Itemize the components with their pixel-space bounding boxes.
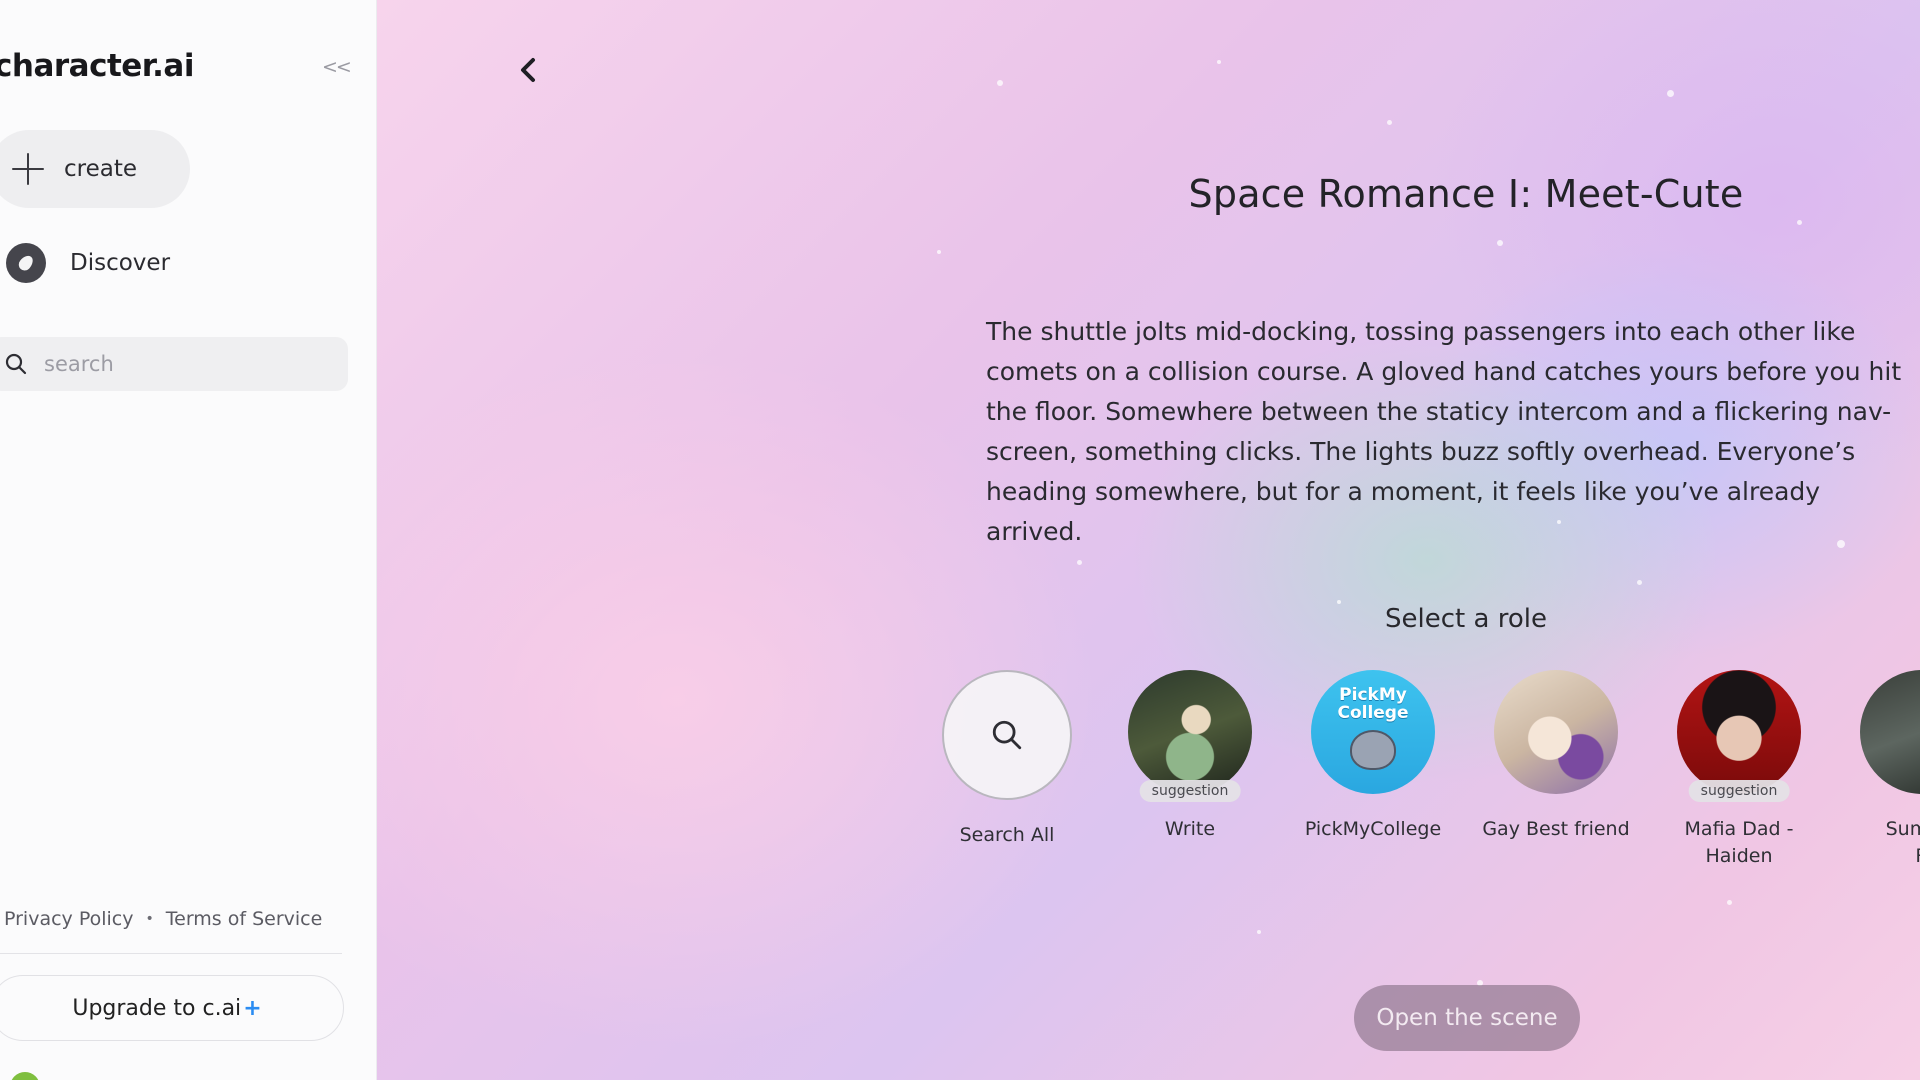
scene-panel: Space Romance I: Meet-Cute The shuttle j… — [377, 0, 1920, 1080]
open-scene-button[interactable]: Open the scene — [1354, 985, 1580, 1051]
role-name: Write — [1164, 818, 1216, 840]
role-name: Gay Best friend — [1482, 818, 1630, 840]
role-name: Mafia Dad - Haiden — [1684, 818, 1794, 867]
role-summer[interactable]: Summe R — [1832, 670, 1920, 870]
scene-title: Space Romance I: Meet-Cute — [1188, 172, 1744, 216]
role-gay-best-friend[interactable]: Gay Best friend — [1466, 670, 1646, 843]
sidebar-search[interactable] — [0, 337, 348, 391]
suggestion-badge: suggestion — [1688, 780, 1790, 802]
role-avatar — [1494, 670, 1618, 794]
search-input[interactable] — [42, 351, 326, 377]
terms-of-service-link[interactable]: Terms of Service — [166, 908, 323, 930]
role-write[interactable]: suggestion Write — [1100, 670, 1280, 843]
upgrade-button[interactable]: Upgrade to c.ai + — [0, 975, 344, 1041]
upgrade-label: Upgrade to c.ai — [72, 995, 242, 1021]
role-avatar — [1677, 670, 1801, 794]
role-pickmycollege[interactable]: PickMy College PickMyCollege — [1283, 670, 1463, 843]
privacy-policy-link[interactable]: Privacy Policy — [4, 908, 133, 930]
pickmycollege-logo-text: PickMy College — [1337, 685, 1409, 723]
create-button[interactable]: create — [0, 130, 190, 208]
back-chevron-icon[interactable] — [513, 52, 543, 88]
mouse-icon — [1350, 730, 1396, 770]
create-label: create — [64, 156, 138, 182]
search-icon — [992, 720, 1022, 750]
role-mafia-dad[interactable]: suggestion Mafia Dad - Haiden — [1649, 670, 1829, 870]
separator-dot: • — [145, 911, 154, 927]
suggestion-badge: suggestion — [1139, 780, 1241, 802]
compass-icon — [6, 243, 46, 283]
sidebar: character.ai << create Discover Privacy … — [0, 0, 377, 1080]
role-heading: Select a role — [1385, 604, 1547, 634]
role-name: PickMyCollege — [1304, 818, 1442, 840]
upgrade-plus-icon: + — [243, 995, 262, 1021]
search-icon — [5, 353, 27, 375]
role-name: Summe R — [1885, 818, 1920, 867]
role-search-all[interactable]: Search All — [917, 670, 1097, 849]
role-avatar — [1128, 670, 1252, 794]
divider — [0, 953, 342, 954]
sidebar-item-discover[interactable]: Discover — [6, 242, 170, 284]
user-avatar[interactable] — [10, 1072, 40, 1080]
role-avatar — [1860, 670, 1920, 794]
brand-logo[interactable]: character.ai — [0, 48, 194, 84]
search-all-circle — [942, 670, 1072, 800]
discover-label: Discover — [70, 250, 171, 276]
footer-links: Privacy Policy • Terms of Service — [4, 908, 322, 930]
scene-description: The shuttle jolts mid-docking, tossing p… — [986, 317, 1902, 546]
plus-icon — [10, 151, 46, 187]
collapse-sidebar-button[interactable]: << — [322, 56, 352, 78]
role-avatar: PickMy College — [1311, 670, 1435, 794]
role-name: Search All — [959, 824, 1055, 846]
